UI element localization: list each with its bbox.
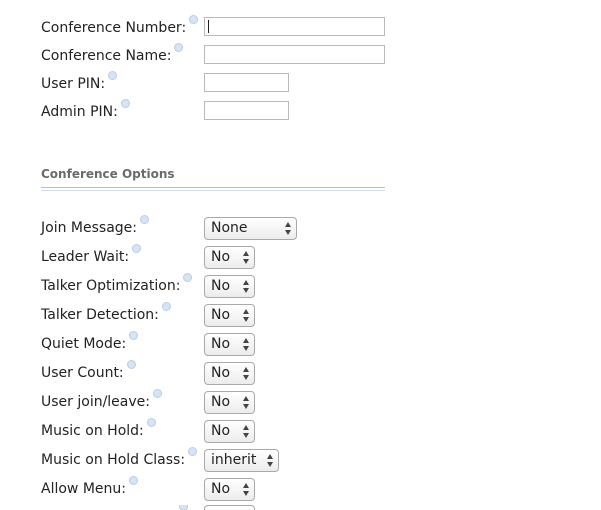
conference-number-row: Conference Number:	[41, 15, 581, 39]
conference-name-input[interactable]	[204, 45, 385, 64]
select-arrows-icon	[285, 221, 292, 236]
conference-name-label: Conference Name:	[41, 43, 184, 65]
help-icon[interactable]	[126, 360, 136, 369]
quiet-mode-value: No	[211, 336, 231, 352]
user-count-select[interactable]: No	[204, 362, 255, 385]
help-icon[interactable]	[183, 273, 193, 282]
music-on-hold-value: No	[211, 423, 231, 439]
admin-pin-row: Admin PIN:	[41, 99, 581, 123]
leader-wait-label: Leader Wait:	[41, 244, 142, 266]
next-option-row	[41, 505, 581, 510]
help-icon[interactable]	[132, 244, 142, 253]
music-on-hold-class-row: Music on Hold Class: inherit	[41, 447, 581, 472]
user-join-leave-value: No	[211, 394, 231, 410]
section-divider	[41, 187, 385, 191]
music-on-hold-class-select[interactable]: inherit	[204, 449, 279, 472]
help-icon[interactable]	[189, 15, 199, 24]
next-option-select[interactable]	[204, 505, 255, 510]
help-icon[interactable]	[174, 43, 184, 52]
admin-pin-label: Admin PIN:	[41, 99, 130, 121]
user-join-leave-select[interactable]: No	[204, 391, 255, 414]
help-icon[interactable]	[179, 505, 188, 510]
join-message-value: None	[211, 220, 248, 236]
allow-menu-value: No	[211, 481, 231, 497]
help-icon[interactable]	[139, 215, 149, 224]
join-message-select[interactable]: None	[204, 217, 297, 240]
music-on-hold-label: Music on Hold:	[41, 418, 156, 440]
conference-number-input[interactable]	[204, 17, 385, 36]
help-icon[interactable]	[120, 99, 130, 108]
leader-wait-value: No	[211, 249, 231, 265]
user-pin-input[interactable]	[204, 73, 289, 92]
user-count-value: No	[211, 365, 231, 381]
talker-detection-value: No	[211, 307, 231, 323]
section-title: Conference Options	[41, 167, 175, 181]
conference-number-label: Conference Number:	[41, 15, 199, 37]
talker-optimization-value: No	[211, 278, 231, 294]
talker-detection-label: Talker Detection:	[41, 302, 171, 324]
join-message-label: Join Message:	[41, 215, 149, 237]
join-message-row: Join Message: None	[41, 215, 581, 240]
allow-menu-row: Allow Menu: No	[41, 476, 581, 501]
music-on-hold-class-label: Music on Hold Class:	[41, 447, 198, 469]
select-arrows-icon	[243, 366, 250, 381]
conference-name-row: Conference Name:	[41, 43, 581, 67]
music-on-hold-select[interactable]: No	[204, 420, 255, 443]
select-arrows-icon	[243, 395, 250, 410]
select-arrows-icon	[243, 250, 250, 265]
select-arrows-icon	[243, 279, 250, 294]
user-join-leave-label: User join/leave:	[41, 389, 162, 411]
music-on-hold-class-value: inherit	[211, 452, 257, 468]
help-icon[interactable]	[128, 476, 138, 485]
user-count-label: User Count:	[41, 360, 136, 382]
talker-detection-row: Talker Detection: No	[41, 302, 581, 327]
talker-optimization-select[interactable]: No	[204, 275, 255, 298]
user-pin-label: User PIN:	[41, 71, 118, 93]
select-arrows-icon	[243, 308, 250, 323]
user-join-leave-row: User join/leave: No	[41, 389, 581, 414]
leader-wait-select[interactable]: No	[204, 246, 255, 269]
allow-menu-select[interactable]: No	[204, 478, 255, 501]
select-arrows-icon	[243, 424, 250, 439]
help-icon[interactable]	[146, 418, 156, 427]
allow-menu-label: Allow Menu:	[41, 476, 138, 498]
quiet-mode-row: Quiet Mode: No	[41, 331, 581, 356]
help-icon[interactable]	[161, 302, 171, 311]
talker-optimization-row: Talker Optimization: No	[41, 273, 581, 298]
quiet-mode-label: Quiet Mode:	[41, 331, 139, 353]
user-pin-row: User PIN:	[41, 71, 581, 95]
help-icon[interactable]	[153, 389, 162, 398]
music-on-hold-row: Music on Hold: No	[41, 418, 581, 443]
admin-pin-input[interactable]	[204, 101, 289, 120]
help-icon[interactable]	[108, 71, 118, 80]
talker-optimization-label: Talker Optimization:	[41, 273, 193, 295]
help-icon[interactable]	[129, 331, 139, 340]
select-arrows-icon	[243, 482, 250, 497]
select-arrows-icon	[243, 337, 250, 352]
user-count-row: User Count: No	[41, 360, 581, 385]
quiet-mode-select[interactable]: No	[204, 333, 255, 356]
select-arrows-icon	[267, 453, 274, 468]
help-icon[interactable]	[188, 447, 198, 456]
leader-wait-row: Leader Wait: No	[41, 244, 581, 269]
talker-detection-select[interactable]: No	[204, 304, 255, 327]
